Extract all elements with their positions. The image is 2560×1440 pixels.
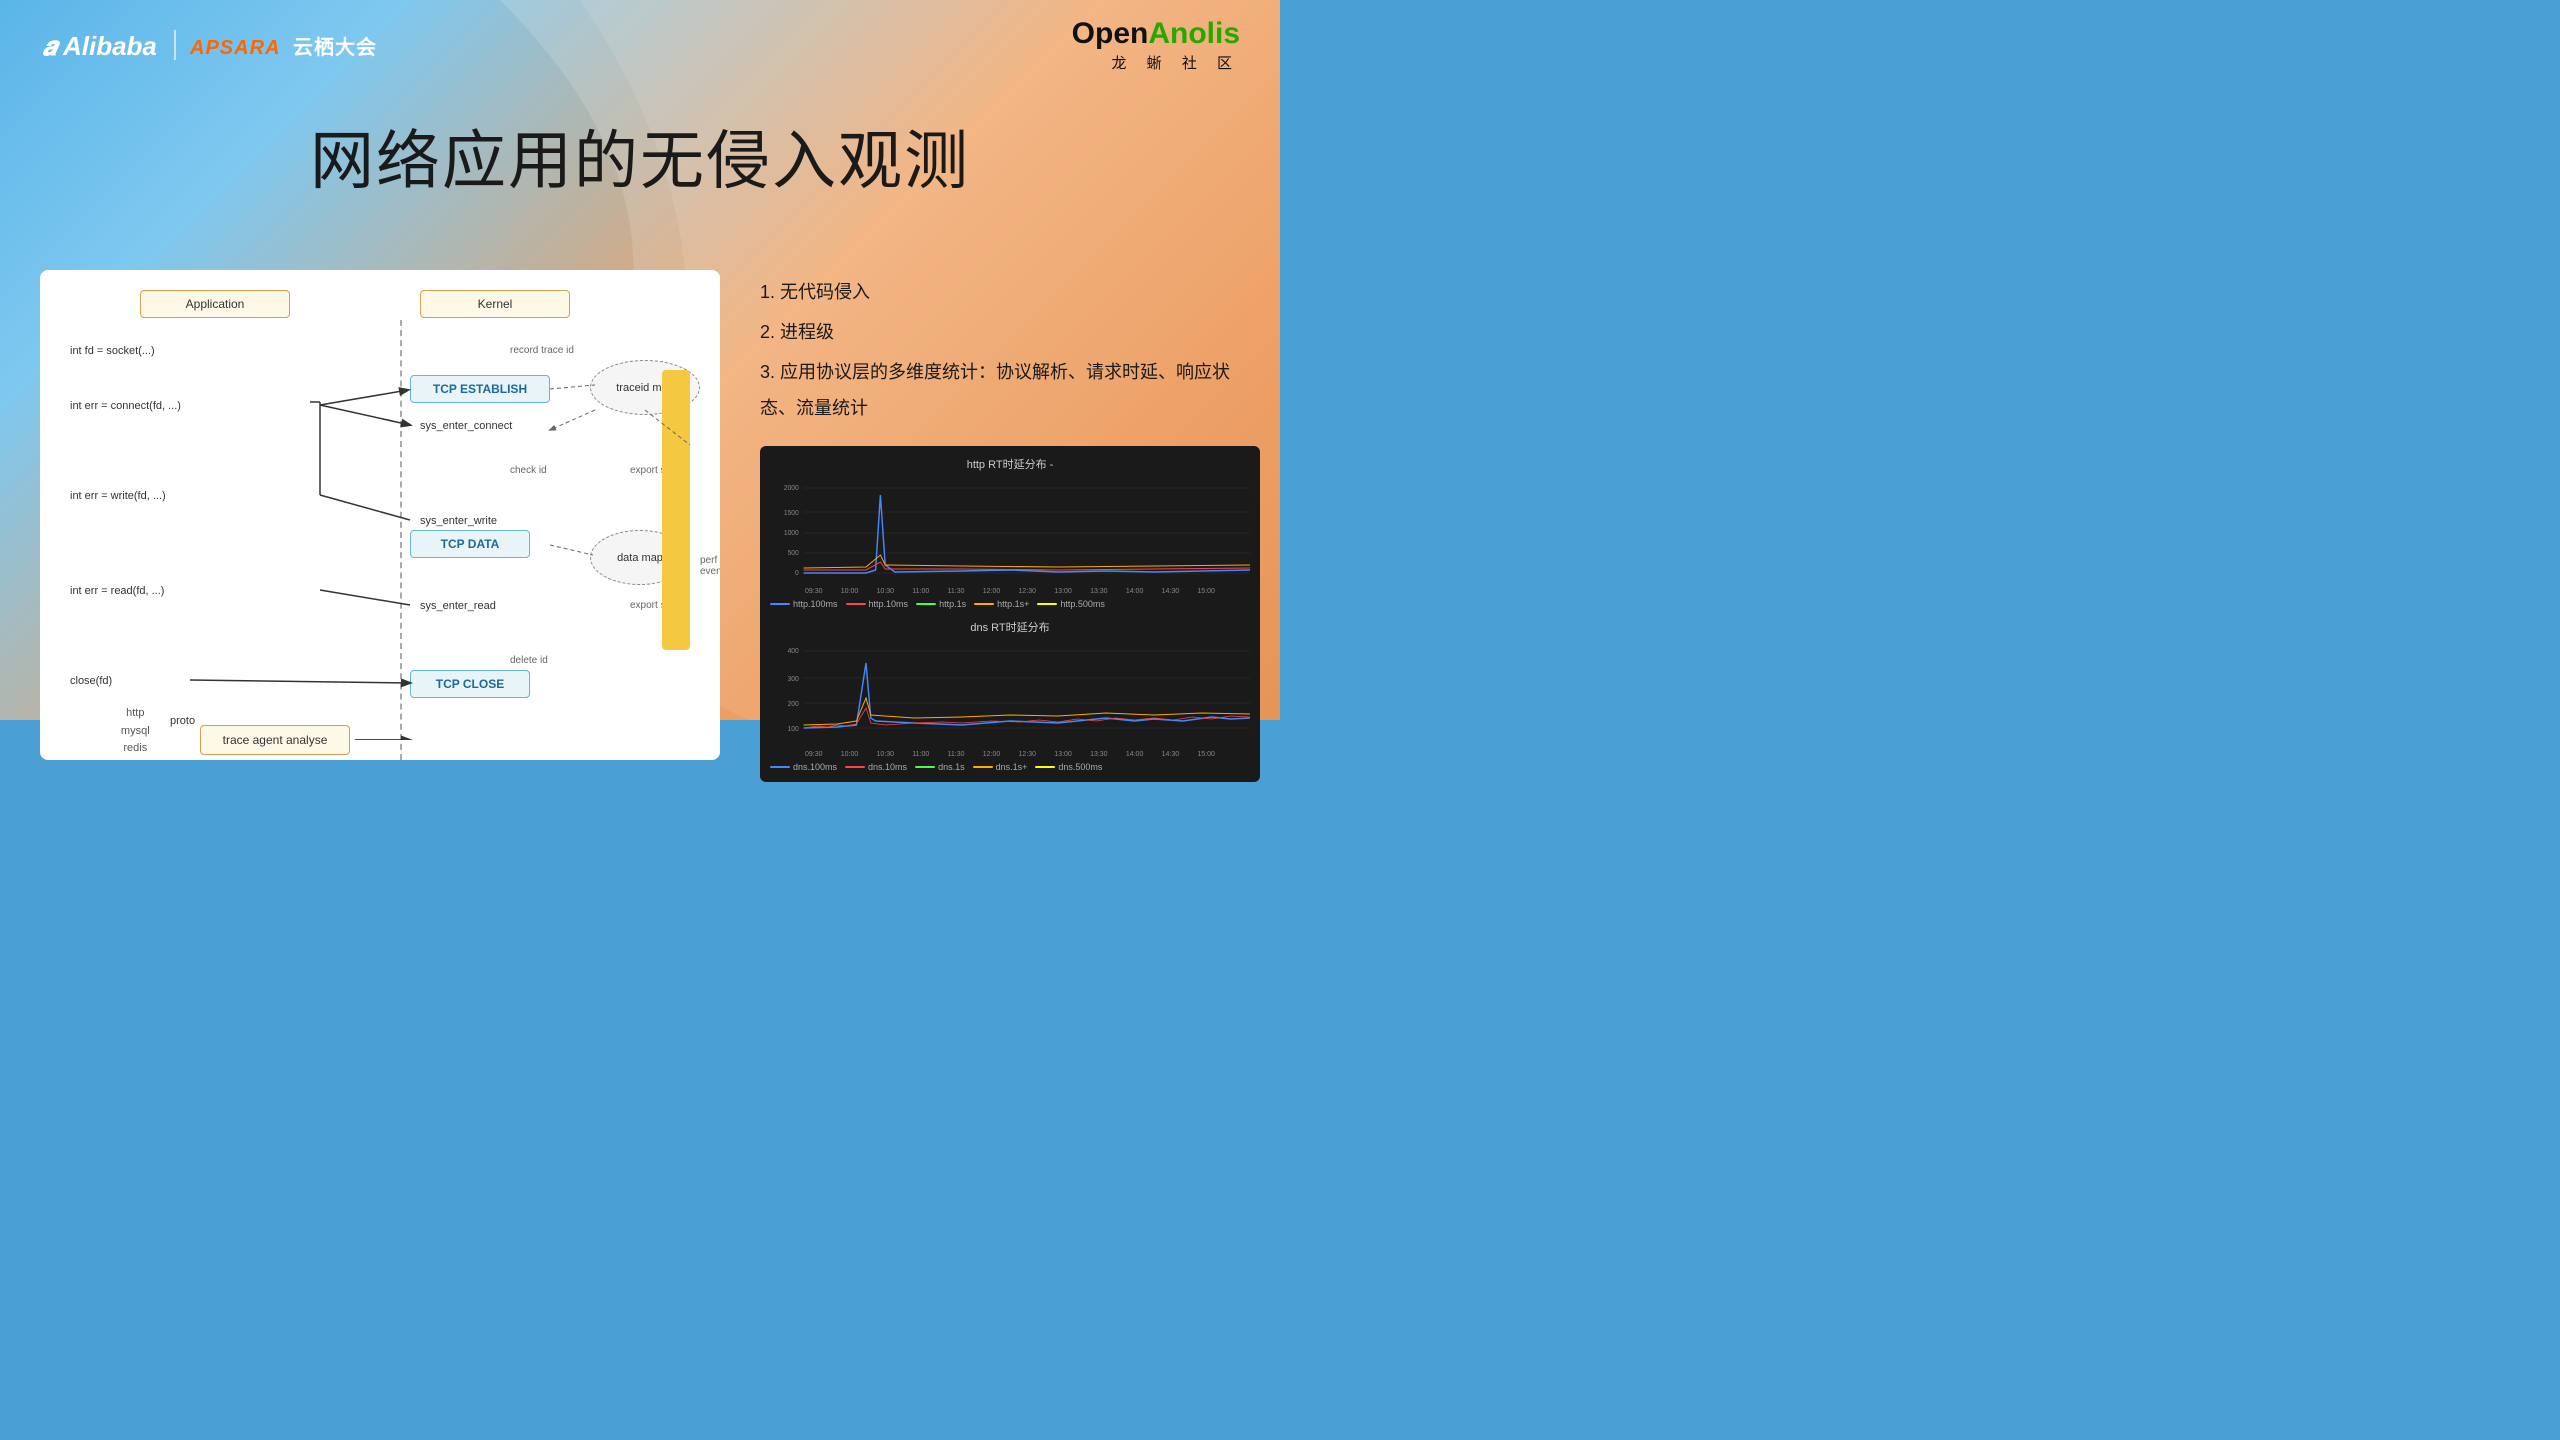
syscall-read: sys_enter_read (420, 600, 496, 612)
feature-2: 2. 进程级 (760, 314, 1260, 350)
trace-agent-box: trace agent analyse (200, 725, 350, 755)
diagram-inner: Application Kernel int fd = socket(...) … (60, 290, 700, 740)
right-content: 1. 无代码侵入 2. 进程级 3. 应用协议层的多维度统计：协议解析、请求时延… (760, 270, 1260, 782)
svg-text:500: 500 (788, 550, 799, 557)
feature-1: 1. 无代码侵入 (760, 274, 1260, 310)
openanolis-anolis: Anolis (1148, 17, 1240, 50)
chart1-x-labels: 09:30 10:00 10:30 11:00 11:30 12:00 12:3… (770, 588, 1250, 595)
chart2-title: dns RT时延分布 (770, 619, 1250, 635)
page-title: 网络应用的无侵入观测 (0, 110, 1280, 202)
chart1-legend: http.100ms http.10ms http.1s http.1s+ ht… (770, 599, 1250, 609)
apsara-cn-text: 云栖大会 (293, 37, 377, 59)
diagram-panel: Application Kernel int fd = socket(...) … (40, 270, 720, 760)
proto-list: httpmysqlredisdnsdubbohsf... (120, 705, 151, 760)
logo-left: 𝒂 Alibaba APSARA 云栖大会 (40, 27, 377, 63)
svg-text:200: 200 (788, 701, 799, 708)
diagram-arrows (60, 290, 700, 740)
chart1-title: http RT时延分布 - (770, 456, 1250, 472)
logo-right: OpenAnolis 龙 蜥 社 区 (1072, 17, 1240, 73)
syscall-connect: sys_enter_connect (420, 420, 512, 432)
header: 𝒂 Alibaba APSARA 云栖大会 OpenAnolis 龙 蜥 社 区 (0, 0, 1280, 90)
svg-text:400: 400 (788, 648, 799, 655)
chart2-section: dns RT时延分布 400 300 200 100 (770, 619, 1250, 772)
svg-text:𝒂 Alibaba: 𝒂 Alibaba (42, 31, 157, 61)
code-line-5: close(fd) (70, 675, 112, 687)
charts-container: http RT时延分布 - 2000 1500 1000 500 0 (760, 446, 1260, 782)
chart2-area: 400 300 200 100 (770, 643, 1250, 743)
main-title-section: 网络应用的无侵入观测 (0, 90, 1280, 222)
apsara-logo-text: APSARA 云栖大会 (190, 31, 377, 60)
chart2-legend: dns.100ms dns.10ms dns.1s dns.1s+ dns.50… (770, 762, 1250, 772)
feature-list: 1. 无代码侵入 2. 进程级 3. 应用协议层的多维度统计：协议解析、请求时延… (760, 274, 1260, 426)
annotation-record: record trace id (510, 345, 574, 356)
openanolis-open: Open (1072, 17, 1149, 50)
chart2-x-labels: 09:30 10:00 10:30 11:00 11:30 12:00 12:3… (770, 751, 1250, 758)
proto-label: proto (170, 715, 195, 727)
svg-text:2000: 2000 (784, 485, 799, 492)
annotation-perf: perfevent (700, 555, 720, 577)
cylinder-shape (662, 370, 690, 650)
svg-text:100: 100 (788, 726, 799, 733)
chart1-section: http RT时延分布 - 2000 1500 1000 500 0 (770, 456, 1250, 609)
code-line-1: int fd = socket(...) (70, 345, 155, 357)
alibaba-logo-icon: 𝒂 Alibaba (40, 27, 160, 63)
code-line-4: int err = read(fd, ...) (70, 585, 164, 597)
chart1-area: 2000 1500 1000 500 0 (770, 480, 1250, 580)
svg-text:1000: 1000 (784, 530, 799, 537)
annotation-check: check id (510, 465, 547, 476)
separator-line (400, 320, 402, 760)
svg-text:0: 0 (795, 570, 799, 577)
application-box: Application (140, 290, 290, 318)
tcp-establish-box: TCP ESTABLISH (410, 375, 550, 403)
annotation-delete: delete id (510, 655, 548, 666)
code-line-3: int err = write(fd, ...) (70, 490, 166, 502)
openanolis-subtitle: 龙 蜥 社 区 (1072, 52, 1240, 73)
code-line-2: int err = connect(fd, ...) (70, 400, 181, 412)
tcp-data-box: TCP DATA (410, 530, 530, 558)
svg-text:1500: 1500 (784, 510, 799, 517)
svg-text:300: 300 (788, 676, 799, 683)
kernel-box: Kernel (420, 290, 570, 318)
feature-3: 3. 应用协议层的多维度统计：协议解析、请求时延、响应状态、流量统计 (760, 354, 1260, 426)
syscall-write: sys_enter_write (420, 515, 497, 527)
tcp-close-box: TCP CLOSE (410, 670, 530, 698)
